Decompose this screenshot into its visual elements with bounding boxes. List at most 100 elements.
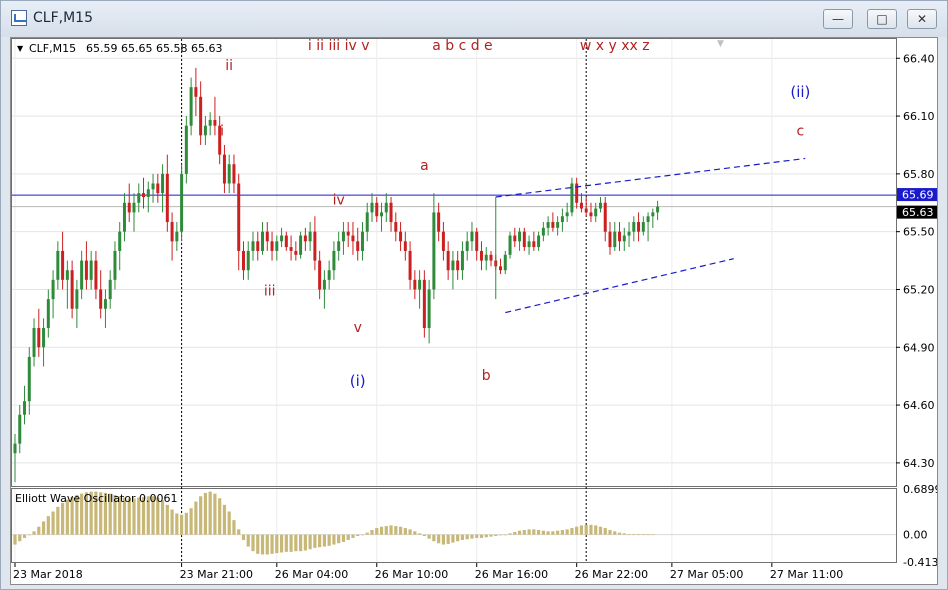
time-axis: 23 Mar 2018 23 Mar 21:00 26 Mar 04:00 26 Ma…	[13, 563, 843, 581]
oscillator-bar	[256, 534, 260, 554]
candle-body	[608, 231, 612, 248]
candle-body	[537, 235, 541, 248]
candle-body	[89, 260, 93, 280]
candle-body	[142, 193, 146, 197]
candle-body	[132, 202, 136, 213]
candle-body	[32, 328, 36, 357]
wave-label: (i)	[350, 372, 366, 390]
candle-body	[408, 250, 412, 280]
oscillator-bar	[651, 534, 655, 535]
candle-body	[560, 216, 564, 223]
oscillator-name: Elliott Wave Oscillator	[15, 492, 136, 505]
oscillator-bar	[13, 534, 17, 545]
candle-body	[489, 254, 493, 261]
oscillator-bar	[165, 504, 169, 535]
oscillator-bar	[237, 529, 241, 535]
candle-body	[137, 193, 141, 203]
oscillator-bar	[556, 530, 560, 535]
oscillator-bar	[479, 534, 484, 538]
oscillator-bar	[32, 531, 36, 535]
candle-body	[151, 183, 155, 190]
candle-body	[356, 241, 360, 251]
oscillator-bar	[508, 533, 512, 535]
candle-body	[322, 279, 326, 290]
close-button[interactable]: ✕	[907, 9, 937, 29]
oscillator-bar	[308, 534, 312, 550]
scroll-marker-icon[interactable]: ▼	[717, 39, 724, 49]
candle-body	[380, 212, 384, 217]
candle-body	[594, 208, 598, 217]
chart-area[interactable]: i ii iii iv va b c d ew x y xx z ii i iii iv…	[10, 37, 945, 585]
candle-body	[13, 443, 17, 454]
candle-body	[56, 250, 60, 280]
candle-body	[646, 216, 650, 223]
oscillator-bar	[498, 534, 503, 536]
wave-label: c	[797, 123, 805, 139]
oscillator-bar	[341, 534, 346, 542]
candle-body	[289, 247, 293, 251]
oscillator-bar	[484, 534, 488, 538]
chart-window: CLF,M15 — □ ✕ i ii iii iv v a b c d e w x …	[0, 0, 948, 590]
candle-body	[532, 241, 536, 248]
candle-body	[598, 202, 602, 209]
maximize-button[interactable]: □	[867, 9, 897, 29]
oscillator-bar	[441, 534, 445, 545]
candle-body	[518, 231, 522, 242]
oscillator-bar	[294, 534, 298, 552]
price-chart[interactable]: i ii iii iv va b c d ew x y xx ziiiiiiiv…	[11, 38, 945, 584]
oscillator-bar	[522, 530, 526, 535]
candle-body	[484, 254, 488, 261]
oscillator-bar	[589, 524, 593, 535]
candle-body	[418, 279, 422, 290]
candle-body	[246, 250, 250, 271]
candle-body	[637, 222, 641, 232]
oscillator-bar	[22, 534, 27, 538]
candle-body	[403, 241, 407, 251]
candle-body	[251, 241, 255, 251]
candle-body	[656, 206, 660, 213]
candle-body	[61, 250, 65, 280]
candle-body	[113, 250, 117, 280]
oscillator-bar	[527, 529, 531, 535]
candle-body	[199, 96, 203, 136]
oscillator-bar	[18, 534, 22, 542]
oscillator-bar	[413, 531, 417, 535]
candle-body	[327, 270, 331, 280]
candle-body	[513, 235, 517, 242]
oscillator-bar	[284, 534, 288, 552]
candle-body	[541, 227, 545, 236]
oscillator-bar	[432, 534, 436, 542]
oscillator-tick-label: 0.00	[903, 529, 928, 542]
candle-body	[170, 222, 174, 242]
oscillator-bar	[594, 525, 598, 535]
candle-body	[332, 250, 336, 271]
candle-body	[556, 222, 560, 228]
header-arrow-icon[interactable]: ▼	[17, 44, 24, 53]
oscillator-bar	[351, 534, 355, 538]
candle-body	[641, 222, 645, 232]
oscillator-bar	[327, 534, 331, 546]
wave-label: (ii)	[790, 83, 810, 101]
candle-body	[451, 260, 455, 271]
oscillator-bar	[356, 534, 360, 536]
oscillator-bar	[27, 534, 31, 536]
oscillator-bar	[622, 533, 626, 535]
oscillator-bar	[627, 533, 631, 535]
minimize-button[interactable]: —	[823, 9, 853, 29]
candle-body	[37, 328, 41, 348]
candle-body	[522, 231, 526, 248]
ohlc-values: 65.59 65.65 65.58 65.63	[86, 42, 222, 55]
candle-body	[175, 231, 179, 242]
candle-body	[265, 231, 269, 242]
oscillator-bar	[213, 493, 217, 535]
oscillator-bar	[332, 534, 336, 545]
oscillator-bar	[337, 534, 341, 544]
candle-body	[351, 235, 355, 242]
price-tick-label: 65.20	[903, 283, 935, 296]
wave-label: i	[220, 123, 224, 139]
candle-body	[346, 231, 350, 236]
oscillator-bar	[360, 534, 365, 536]
window-titlebar[interactable]: CLF,M15 — □ ✕	[1, 1, 947, 37]
oscillator-bar	[184, 512, 188, 535]
window-title: CLF,M15	[33, 10, 93, 26]
